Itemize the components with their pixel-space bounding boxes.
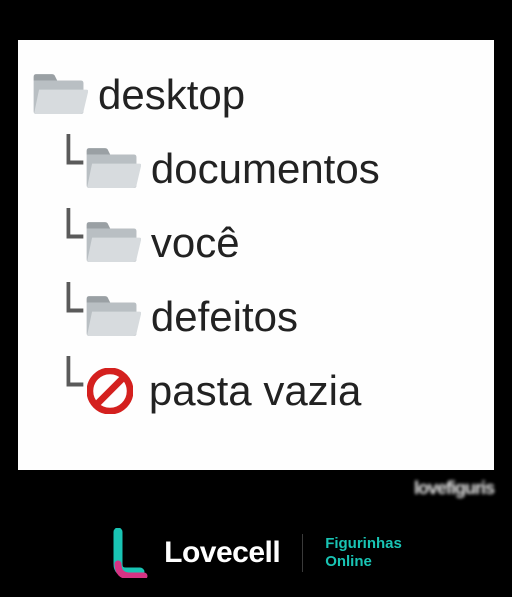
- folder-open-icon: [83, 145, 141, 193]
- prohibited-icon: [87, 368, 133, 414]
- watermark-text: lovefiguris: [414, 478, 494, 499]
- tagline-line: Online: [325, 553, 402, 571]
- tree-row-child: └ defeitos: [54, 280, 482, 354]
- folder-open-icon: [83, 293, 141, 341]
- tree-label: defeitos: [151, 293, 298, 341]
- tree-elbow-icon: └: [54, 297, 81, 326]
- brand-name: Lovecell: [164, 536, 280, 570]
- tree-elbow-icon: └: [54, 371, 81, 400]
- tree-row-child: └ pasta vazia: [54, 354, 482, 428]
- tagline-line: Figurinhas: [325, 535, 402, 553]
- lovecell-logo-icon: [110, 528, 152, 578]
- meme-image-panel: desktop └ documentos └ você └ defeitos └: [18, 40, 494, 470]
- footer-divider: [302, 534, 303, 572]
- tree-row-child: └ documentos: [54, 132, 482, 206]
- footer-tagline: Figurinhas Online: [325, 535, 402, 571]
- tree-label: documentos: [151, 145, 380, 193]
- tree-row-root: desktop: [30, 58, 482, 132]
- tree-elbow-icon: └: [54, 223, 81, 252]
- tree-label: pasta vazia: [149, 367, 361, 415]
- tree-row-child: └ você: [54, 206, 482, 280]
- tree-elbow-icon: └: [54, 149, 81, 178]
- folder-open-icon: [83, 219, 141, 267]
- footer-bar: Lovecell Figurinhas Online: [0, 509, 512, 597]
- tree-label-root: desktop: [98, 71, 245, 119]
- folder-open-icon: [30, 71, 88, 119]
- tree-label: você: [151, 219, 240, 267]
